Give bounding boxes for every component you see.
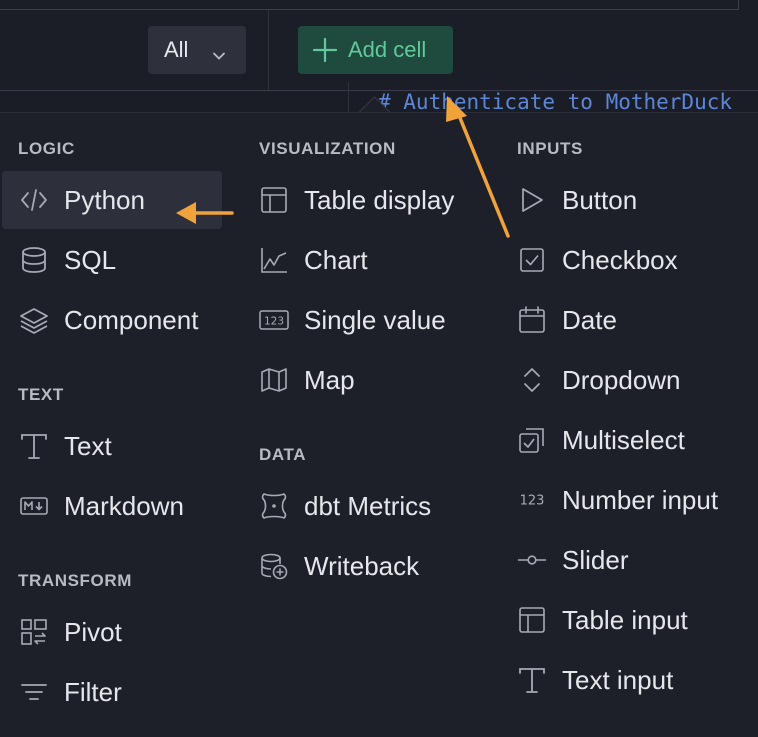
menu-item-slider[interactable]: Slider [500,531,756,589]
add-cell-label: Add cell [348,37,427,62]
menu-item-text-input[interactable]: Text input [500,651,756,709]
menu-item-label: SQL [64,244,117,275]
layers-icon [18,304,50,336]
menu-item-markdown[interactable]: Markdown [2,477,222,535]
menu-item-number-input[interactable]: 123 Number input [500,471,756,529]
section-title-logic: LOGIC [18,139,75,158]
menu-item-label: Writeback [304,550,420,581]
chevron-down-icon [212,43,226,69]
menu-item-table-input[interactable]: Table input [500,591,756,649]
menu-item-multiselect[interactable]: Multiselect [500,411,756,469]
section-title-inputs: INPUTS [517,139,583,158]
pivot-icon [18,616,50,648]
menu-item-dropdown[interactable]: Dropdown [500,351,756,409]
section-title-text: TEXT [18,385,64,404]
menu-item-label: Text input [562,664,674,695]
menu-item-date[interactable]: Date [500,291,756,349]
menu-item-label: Single value [304,304,446,335]
menu-item-button[interactable]: Button [500,171,756,229]
menu-item-label: Dropdown [562,364,681,395]
multiselect-icon [516,424,548,456]
menu-item-filter[interactable]: Filter [2,663,222,721]
menu-item-sql[interactable]: SQL [2,231,222,289]
menu-item-label: Table display [304,184,455,215]
slider-icon [516,544,548,576]
menu-item-label: Date [562,304,617,335]
menu-item-map[interactable]: Map [242,351,502,409]
add-cell-menu: LOGIC Python SQL Component TEXT Text Mar… [0,112,758,737]
menu-item-label: Pivot [64,616,122,647]
menu-item-table-display[interactable]: Table display [242,171,502,229]
section-title-data: DATA [259,445,307,464]
play-icon [516,184,548,216]
code-editor-line[interactable]: # Authenticate to MotherDuck [378,88,758,112]
menu-item-label: Slider [562,544,629,575]
add-cell-button[interactable]: Add cell [298,26,453,74]
writeback-icon [258,550,290,582]
menu-item-single-value[interactable]: 123 Single value [242,291,502,349]
menu-item-label: Markdown [64,490,184,521]
map-icon [258,364,290,396]
svg-text:123: 123 [264,316,284,328]
menu-item-component[interactable]: Component [2,291,242,349]
menu-item-python[interactable]: Python [2,171,222,229]
menu-item-label: Text [64,430,112,461]
menu-item-chart[interactable]: Chart [242,231,502,289]
text-icon [18,430,50,462]
table-input-icon [516,604,548,636]
checkbox-icon [516,244,548,276]
menu-item-label: Button [562,184,638,215]
menu-item-label: Number input [562,484,719,515]
menu-item-label: Checkbox [562,244,678,275]
notebook-toolbar: All Add cell [0,0,758,92]
code-icon [18,184,50,216]
plus-icon [312,37,338,63]
text-input-icon [516,664,548,696]
menu-item-label: Component [64,304,199,335]
menu-item-label: Map [304,364,355,395]
database-icon [18,244,50,276]
menu-item-label: Python [64,184,145,215]
toolbar-top-border [0,9,738,10]
toolbar-divider [268,10,269,90]
filter-icon [18,676,50,708]
menu-item-checkbox[interactable]: Checkbox [500,231,756,289]
section-title-transform: TRANSFORM [18,571,132,590]
dbt-icon [258,490,290,522]
toolbar-corner-border [738,0,739,10]
menu-item-text[interactable]: Text [2,417,222,475]
calendar-icon [516,304,548,336]
cell-filter-label: All [164,37,189,62]
menu-item-label: dbt Metrics [304,490,432,521]
menu-item-writeback[interactable]: Writeback [242,537,502,595]
editor-gutter-line [348,82,349,112]
single-value-icon: 123 [258,304,290,336]
markdown-icon [18,490,50,522]
menu-item-label: Filter [64,676,122,707]
menu-item-dbt-metrics[interactable]: dbt Metrics [242,477,502,535]
chart-icon [258,244,290,276]
table-icon [258,184,290,216]
number-icon: 123 [516,484,548,516]
number-glyph: 123 [520,494,545,509]
dropdown-icon [516,364,548,396]
menu-item-label: Table input [562,604,688,635]
menu-item-pivot[interactable]: Pivot [2,603,222,661]
cell-filter-dropdown[interactable]: All [148,26,246,74]
menu-item-label: Chart [304,244,368,275]
section-title-visualization: VISUALIZATION [259,139,396,158]
menu-item-label: Multiselect [562,424,685,455]
